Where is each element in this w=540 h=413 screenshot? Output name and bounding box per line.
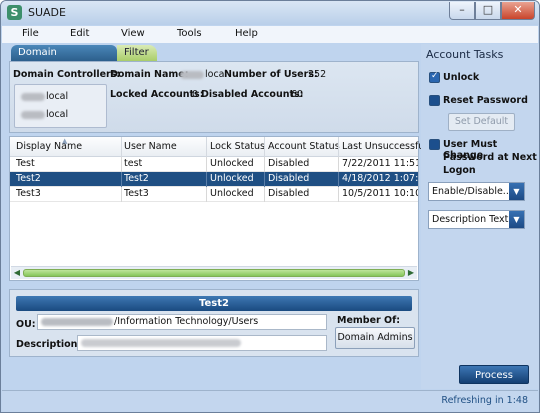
redacted-text [41, 317, 113, 326]
window-title: SUADE [28, 6, 66, 19]
domain-info-panel: Domain Controllers: Domain Name: local N… [9, 61, 419, 133]
redacted-text [21, 110, 45, 119]
menu-tools[interactable]: Tools [177, 28, 202, 39]
column-header-lock-status[interactable]: Lock Status [210, 141, 265, 152]
domain-name-label: Domain Name: [110, 69, 189, 80]
description-field[interactable] [77, 335, 327, 351]
locked-accounts-label: Locked Accounts: [110, 89, 204, 100]
cell-user-name: Test3 [124, 188, 149, 199]
domain-controller-item[interactable]: local [21, 91, 68, 102]
member-of-button[interactable]: Domain Admins [335, 327, 415, 349]
scrollbar-thumb[interactable] [23, 269, 405, 277]
menu-help[interactable]: Help [235, 28, 258, 39]
column-header-user-name[interactable]: User Name [124, 141, 177, 152]
cell-account-status: Disabled [268, 173, 310, 184]
selected-user-header: Test2 [16, 296, 412, 311]
must-change-password-label-line2: Password at Next [443, 152, 537, 163]
table-row[interactable]: Test3 Test3 Unlocked Disabled 10/5/2011 … [10, 187, 418, 202]
disabled-accounts-value: 60 [291, 89, 304, 100]
unlock-label: Unlock [443, 72, 480, 83]
domain-controllers-label: Domain Controllers: [13, 69, 121, 80]
menu-view[interactable]: View [121, 28, 145, 39]
maximize-button[interactable]: □ [475, 2, 501, 20]
menu-edit[interactable]: Edit [70, 28, 89, 39]
number-of-users-label: Number of Users: [224, 69, 318, 80]
cell-user-name: Test2 [124, 173, 149, 184]
column-header-display-name[interactable]: Display Name [16, 141, 82, 152]
cell-lock-status: Unlocked [210, 188, 254, 199]
minimize-button[interactable]: – [449, 2, 475, 20]
column-header-last-unsuccessful[interactable]: Last Unsuccessful [342, 141, 427, 152]
cell-lock-status: Unlocked [210, 173, 254, 184]
description-label: Description: [16, 339, 82, 350]
cell-last-unsuccessful: 4/18/2012 1:07:34 [342, 173, 418, 184]
close-button[interactable]: ✕ [501, 2, 535, 20]
table-row[interactable]: Test test Unlocked Disabled 7/22/2011 11… [10, 157, 418, 172]
must-change-password-label-line3: Logon [443, 165, 476, 176]
unlock-checkbox[interactable] [429, 71, 440, 83]
refresh-countdown: Refreshing in 1:48 [441, 395, 528, 406]
enable-disable-dropdown[interactable]: Enable/Disable... ▼ [428, 182, 525, 201]
user-detail-panel: Test2 OU: /Information Technology/Users … [9, 289, 419, 357]
number-of-users-value: 252 [308, 69, 327, 80]
account-tasks-panel: Account Tasks Unlock Reset Password Set … [421, 44, 539, 389]
domain-controllers-list[interactable]: local local [14, 84, 107, 128]
description-text-dropdown[interactable]: Description Text... ▼ [428, 210, 525, 229]
app-window: S SUADE – □ ✕ File Edit View Tools Help … [0, 0, 540, 413]
member-of-label: Member Of: [337, 315, 401, 326]
account-tasks-title: Account Tasks [426, 48, 504, 61]
cell-user-name: test [124, 158, 143, 169]
cell-lock-status: Unlocked [210, 158, 254, 169]
cell-display-name: Test2 [16, 173, 41, 184]
must-change-password-checkbox[interactable] [429, 139, 440, 150]
horizontal-scrollbar[interactable]: ◀ ▶ [11, 266, 417, 279]
disabled-accounts-label: Disabled Accounts: [201, 89, 304, 100]
ou-label: OU: [16, 319, 36, 330]
app-logo-icon: S [7, 5, 22, 20]
menu-file[interactable]: File [22, 28, 39, 39]
scroll-left-icon[interactable]: ◀ [12, 268, 22, 278]
cell-account-status: Disabled [268, 188, 310, 199]
cell-display-name: Test [16, 158, 35, 169]
enable-disable-value: Enable/Disable... [432, 186, 512, 197]
chevron-down-icon[interactable]: ▼ [509, 183, 524, 200]
cell-account-status: Disabled [268, 158, 310, 169]
menu-bar: File Edit View Tools Help [2, 26, 538, 43]
chevron-down-icon[interactable]: ▼ [509, 211, 524, 228]
table-row-selected[interactable]: Test2 Test2 Unlocked Disabled 4/18/2012 … [10, 172, 418, 187]
table-header: ▲ Display Name User Name Lock Status Acc… [10, 137, 427, 157]
set-default-button[interactable]: Set Default [448, 113, 515, 131]
reset-password-checkbox[interactable] [429, 95, 440, 106]
reset-password-label: Reset Password [443, 95, 528, 106]
column-header-account-status[interactable]: Account Status [268, 141, 340, 152]
domain-name-value: local [180, 69, 227, 80]
locked-accounts-value: 0 [192, 89, 199, 100]
ou-field[interactable]: /Information Technology/Users [37, 314, 327, 330]
process-button[interactable]: Process [459, 365, 529, 384]
redacted-text [180, 70, 204, 79]
domain-controller-item[interactable]: local [21, 109, 68, 120]
status-bar: Refreshing in 1:48 [2, 390, 538, 412]
cell-display-name: Test3 [16, 188, 41, 199]
tab-domain-information[interactable]: Domain Information [11, 45, 117, 74]
redacted-text [81, 338, 241, 347]
redacted-text [21, 92, 45, 101]
tab-filter[interactable]: Filter [117, 45, 157, 61]
users-table: ▲ Display Name User Name Lock Status Acc… [9, 136, 427, 281]
cell-last-unsuccessful: 10/5/2011 10:10:0 [342, 188, 418, 199]
description-text-value: Description Text... [432, 214, 518, 225]
title-bar: S SUADE – □ ✕ [1, 1, 539, 25]
scroll-right-icon[interactable]: ▶ [406, 268, 416, 278]
cell-last-unsuccessful: 7/22/2011 11:51:4 [342, 158, 418, 169]
